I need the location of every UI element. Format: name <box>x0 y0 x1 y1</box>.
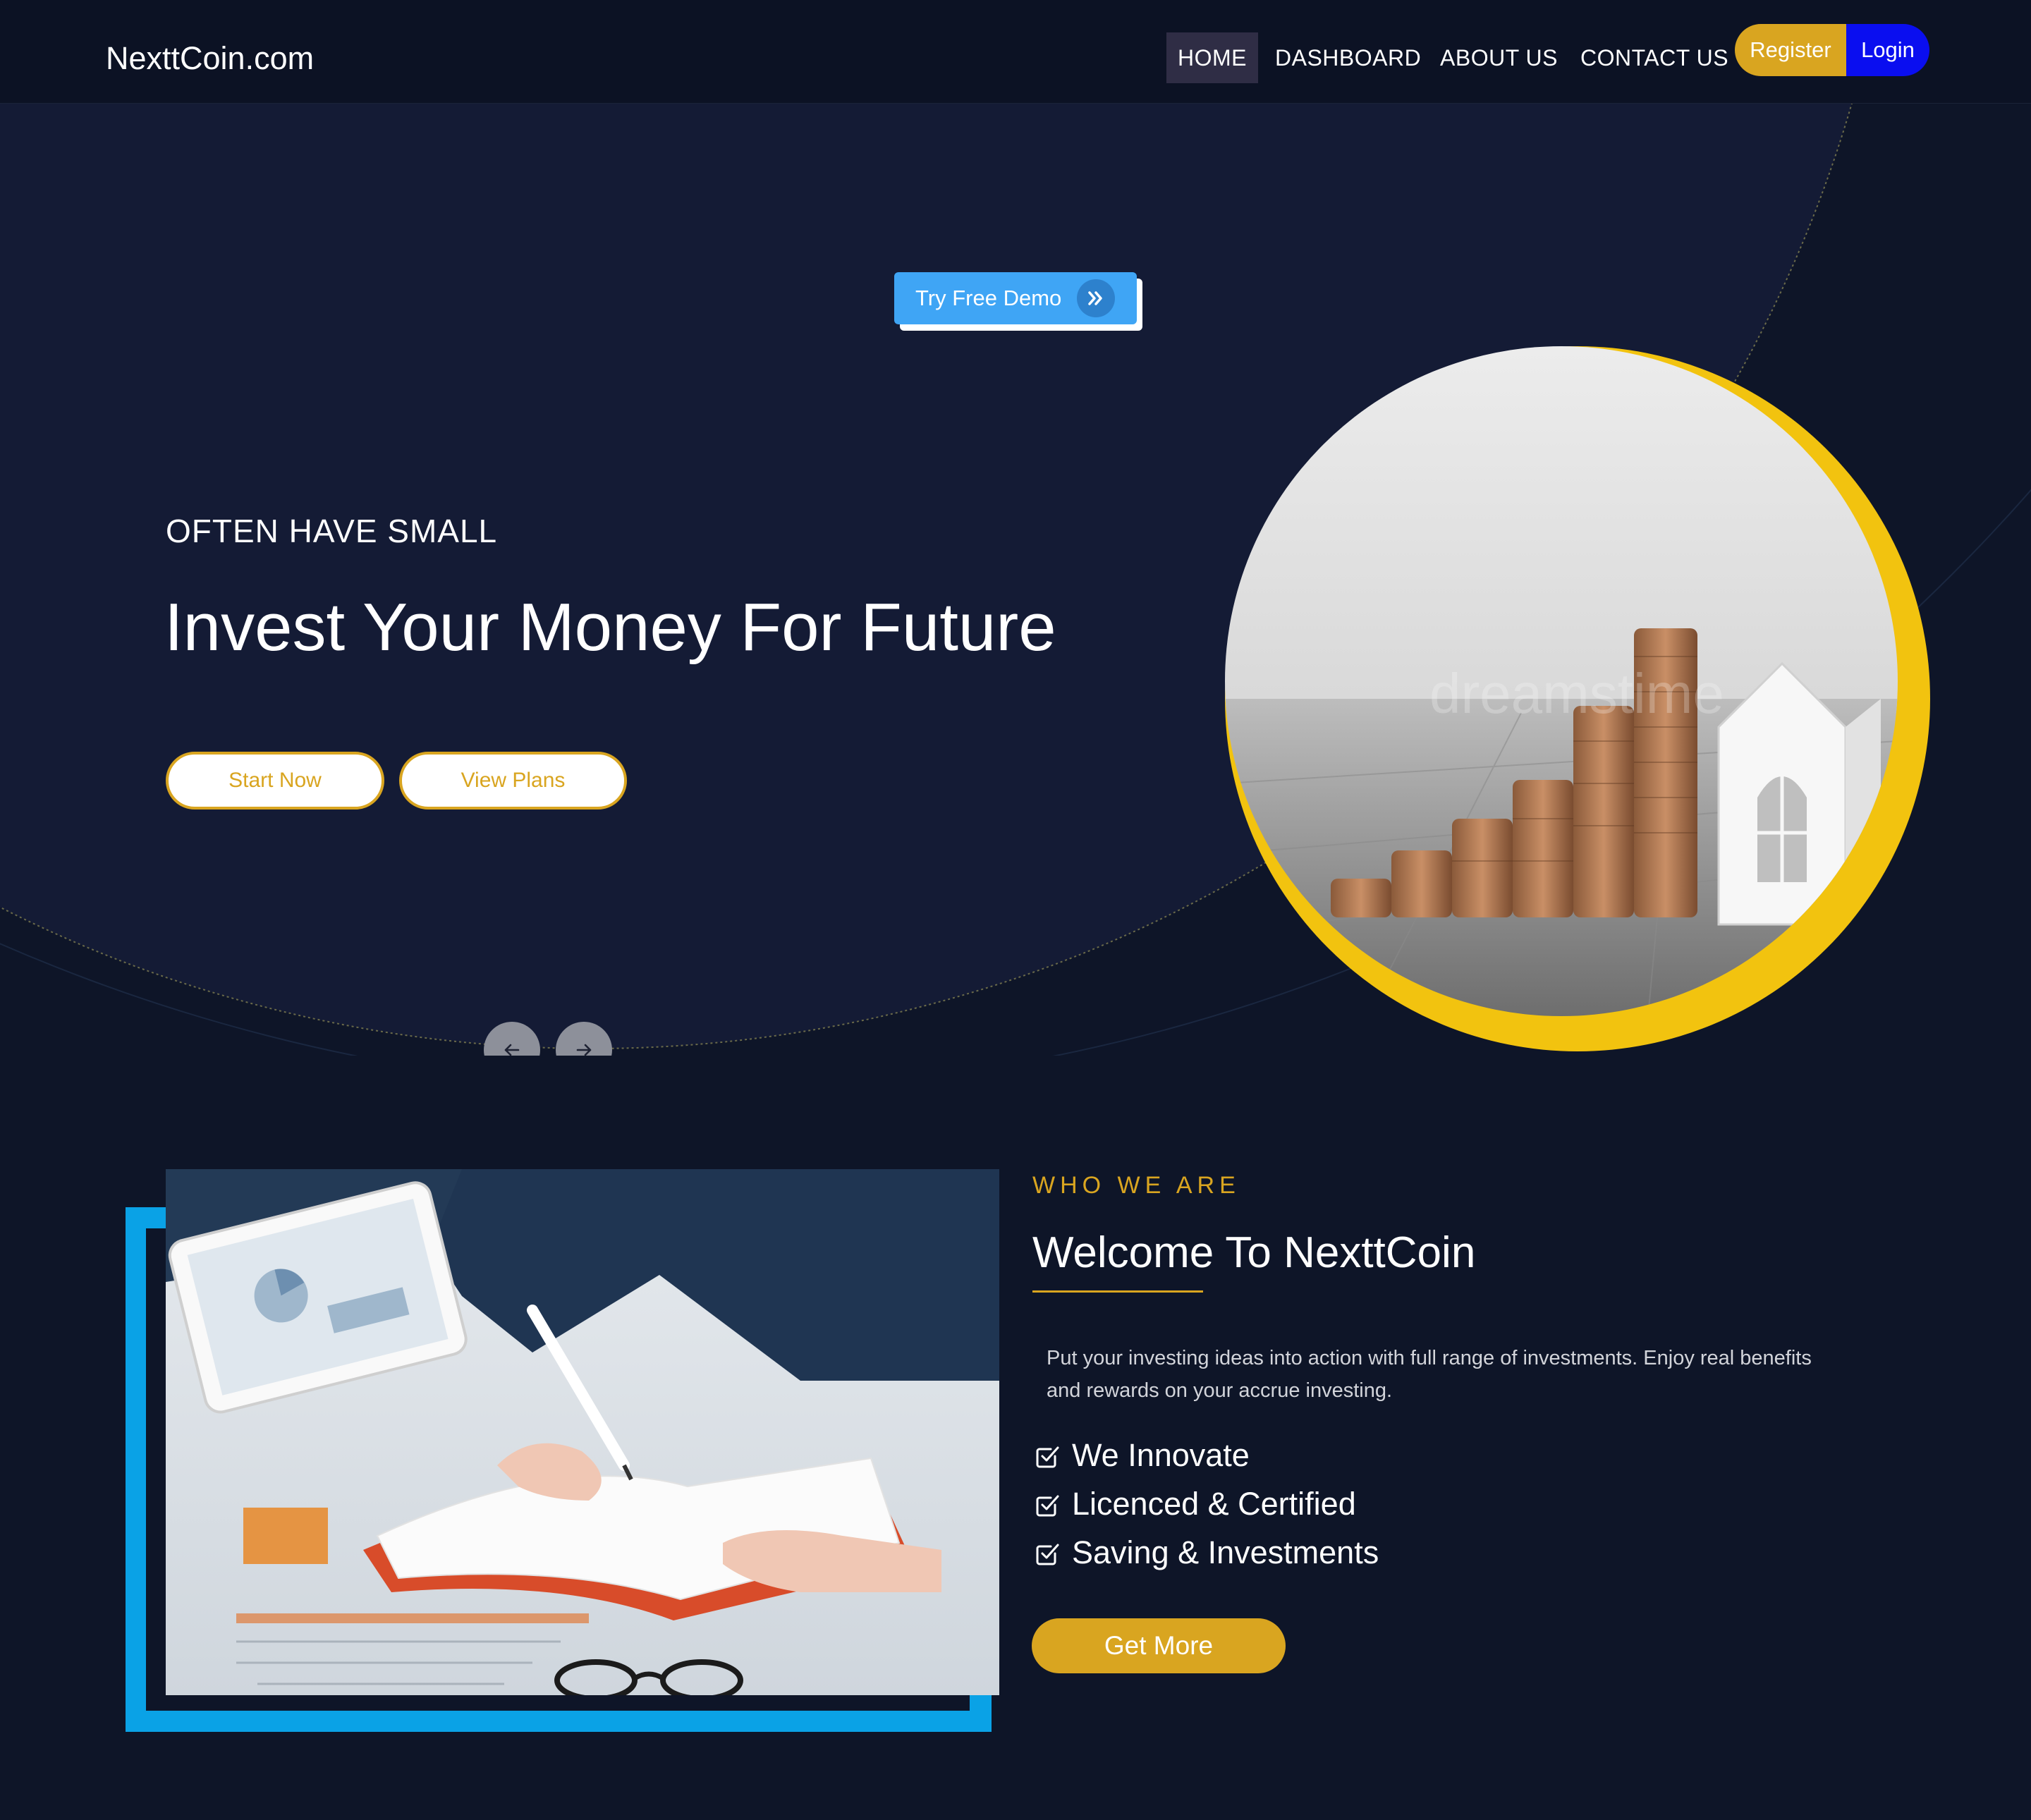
view-plans-button[interactable]: View Plans <box>399 752 627 810</box>
get-more-button[interactable]: Get More <box>1032 1618 1286 1673</box>
start-now-button[interactable]: Start Now <box>166 752 384 810</box>
feature-label: We Innovate <box>1072 1437 1250 1473</box>
nav-about-us[interactable]: ABOUT US <box>1440 32 1558 83</box>
coins-house-image: dreamstime <box>1225 346 1898 1016</box>
arrow-left-icon <box>504 1044 520 1056</box>
about-title-underline <box>1032 1290 1203 1293</box>
navbar: NexttCoin.com HOME DASHBOARD ABOUT US CO… <box>0 0 2031 104</box>
nav-dashboard[interactable]: DASHBOARD <box>1275 32 1421 83</box>
try-free-demo-label: Try Free Demo <box>915 286 1062 310</box>
arrow-right-icon <box>576 1044 592 1056</box>
checkbox-icon <box>1036 1495 1059 1517</box>
about-kicker: WHO WE ARE <box>1032 1172 1240 1199</box>
image-watermark: dreamstime <box>1429 662 1724 725</box>
feature-label: Saving & Investments <box>1072 1534 1379 1570</box>
login-button[interactable]: Login <box>1846 24 1929 76</box>
hero-section: Try Free Demo OFTEN HAVE SMALL Invest Yo… <box>0 104 2031 1056</box>
hero-title: Invest Your Money For Future <box>164 590 1056 665</box>
nav-contact-us[interactable]: CONTACT US <box>1580 32 1728 83</box>
try-free-demo-button[interactable]: Try Free Demo <box>894 272 1137 324</box>
hero-kicker: OFTEN HAVE SMALL <box>166 513 498 549</box>
nav-home[interactable]: HOME <box>1166 32 1258 83</box>
feature-label: Licenced & Certified <box>1072 1486 1356 1522</box>
about-image <box>166 1169 999 1695</box>
about-title: Welcome To NexttCoin <box>1032 1228 1476 1277</box>
chevrons-right-icon <box>1077 279 1115 317</box>
register-button[interactable]: Register <box>1735 24 1846 76</box>
checkbox-icon <box>1036 1544 1059 1565</box>
brand-logo[interactable]: NexttCoin.com <box>106 39 314 78</box>
about-description: Put your investing ideas into action wit… <box>1047 1347 1812 1402</box>
checkbox-icon <box>1036 1446 1059 1468</box>
auth-buttons: Register Login <box>1735 24 1929 76</box>
